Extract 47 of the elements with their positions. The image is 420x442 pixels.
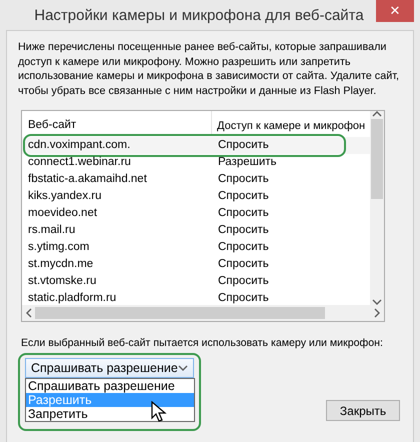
table-cell-text: kiks.yandex.ru bbox=[27, 188, 103, 204]
table-row[interactable]: cdn.voximpant.com. Спросить bbox=[22, 137, 370, 154]
close-button[interactable]: ✕ bbox=[376, 0, 414, 22]
scroll-left-icon[interactable] bbox=[26, 308, 32, 318]
policy-dropdown[interactable]: Спрашивать разрешение bbox=[25, 358, 194, 378]
table-row[interactable]: fbstatic-a.akamaihd.net Спросить bbox=[22, 171, 370, 188]
table-row[interactable]: connect1.webinar.ru Разрешить bbox=[22, 154, 370, 171]
table-cell-text: Спросить bbox=[217, 274, 270, 289]
scroll-down-icon[interactable] bbox=[372, 299, 382, 305]
table-cell-text: fbstatic-a.akamaihd.net bbox=[27, 172, 148, 187]
dropdown-option[interactable]: Запретить bbox=[26, 406, 194, 421]
table-cell-text: static.pladform.ru bbox=[27, 290, 118, 305]
table-cell-text: moevideo.net bbox=[27, 206, 98, 221]
table-cell-text: Разрешить bbox=[217, 154, 278, 170]
table-cell-text: connect1.webinar.ru bbox=[27, 154, 132, 170]
description-text: Ниже перечислены посещенные ранее веб-сайты, которые запрашивали доступ к камере или микрофону. Можно разрешить или запретить использование камеры и микрофона в зависимости от сайта. Удалите сайт, чтобы убрать все связанные с ним настройки и данные из Flash Player. bbox=[18, 40, 400, 98]
table-cell-text: Спросить bbox=[217, 138, 270, 153]
table-cell-text: st.vtomske.ru bbox=[27, 274, 98, 289]
column-header[interactable]: Веб-сайт bbox=[22, 111, 212, 134]
window-title: Настройки камеры и микрофона для веб-сайта bbox=[33, 6, 365, 26]
table-row[interactable]: static.pladform.ru Спросить bbox=[22, 290, 370, 305]
close-dialog-button[interactable]: Закрыть bbox=[326, 400, 400, 421]
table-cell-text: Спросить bbox=[217, 290, 270, 305]
vertical-scrollbar[interactable] bbox=[370, 111, 384, 305]
table-row[interactable]: st.vtomske.ru Спросить bbox=[22, 273, 370, 290]
table-cell-text: Спросить bbox=[217, 206, 270, 221]
policy-label: Если выбранный веб-сайт пытается использовать камеру или микрофон: bbox=[21, 336, 384, 351]
table-row[interactable]: kiks.yandex.ru Спросить bbox=[22, 188, 370, 205]
horizontal-scrollbar[interactable] bbox=[22, 305, 384, 321]
caret-icon bbox=[178, 364, 188, 371]
table-cell-text: rs.mail.ru bbox=[27, 222, 76, 238]
table-cell-text: cdn.voximpant.com. bbox=[27, 138, 132, 153]
table-row[interactable]: moevideo.net Спросить bbox=[22, 205, 370, 222]
table-cell-text: st.mycdn.me bbox=[27, 256, 94, 272]
table-cell-text: Спросить bbox=[217, 172, 270, 187]
table-cell-text: Спросить bbox=[217, 188, 270, 204]
table-row[interactable]: s.ytimg.com Спросить bbox=[22, 239, 370, 256]
scroll-right-icon[interactable] bbox=[374, 308, 380, 318]
table-cell-text: Спросить bbox=[217, 240, 270, 255]
table-cell-text: Спросить bbox=[217, 222, 270, 238]
column-header[interactable]: Доступ к камере и микрофон bbox=[212, 118, 370, 134]
dropdown-option[interactable]: Спрашивать разрешение bbox=[26, 378, 194, 393]
table-cell-text: Спросить bbox=[217, 256, 270, 272]
table-cell-text: s.ytimg.com bbox=[27, 240, 90, 255]
table-row[interactable]: rs.mail.ru Спросить bbox=[22, 222, 370, 239]
table-row[interactable]: st.mycdn.me Спросить bbox=[22, 256, 370, 273]
scroll-up-icon[interactable] bbox=[372, 111, 382, 117]
